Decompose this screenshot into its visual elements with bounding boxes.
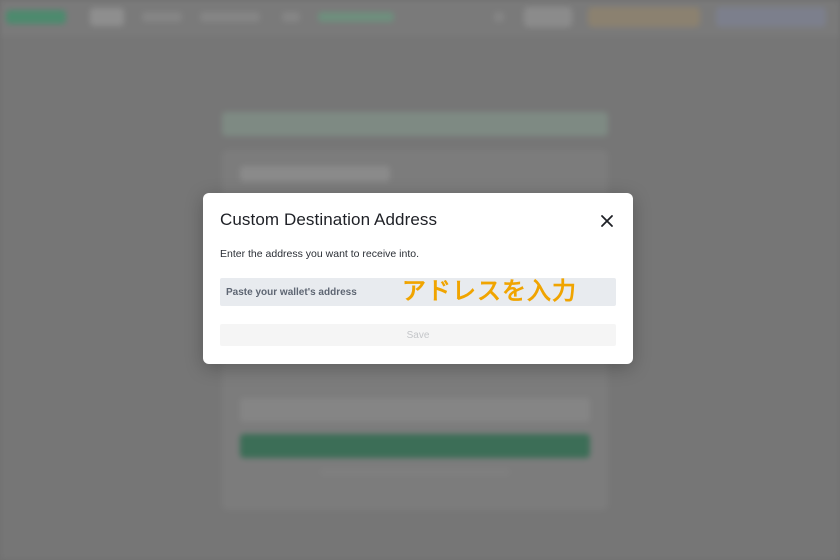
background-nav-item xyxy=(318,12,394,22)
background-field xyxy=(240,398,590,422)
background-nav-button xyxy=(588,7,700,27)
background-nav-button xyxy=(716,7,826,27)
background-banner xyxy=(222,112,608,136)
background-navbar xyxy=(0,0,840,36)
save-button[interactable]: Save xyxy=(220,324,616,346)
background-nav-icon xyxy=(494,12,504,22)
background-nav-item xyxy=(282,12,300,22)
modal-title: Custom Destination Address xyxy=(220,210,438,229)
address-field: アドレスを入力 xyxy=(220,277,616,306)
background-footnote xyxy=(320,468,510,476)
wallet-address-input[interactable] xyxy=(220,278,400,306)
close-button[interactable] xyxy=(597,211,617,231)
background-primary-button xyxy=(240,434,590,458)
annotation-label: アドレスを入力 xyxy=(402,277,577,305)
background-nav-item xyxy=(142,12,182,22)
custom-destination-modal: Custom Destination Address Enter the add… xyxy=(203,193,633,364)
background-logo xyxy=(6,10,66,24)
modal-description: Enter the address you want to receive in… xyxy=(220,248,420,260)
background-nav-button xyxy=(90,8,124,26)
background-nav-button xyxy=(524,7,572,27)
background-nav-item xyxy=(200,12,260,22)
background-heading xyxy=(240,166,390,182)
close-icon xyxy=(601,215,613,227)
